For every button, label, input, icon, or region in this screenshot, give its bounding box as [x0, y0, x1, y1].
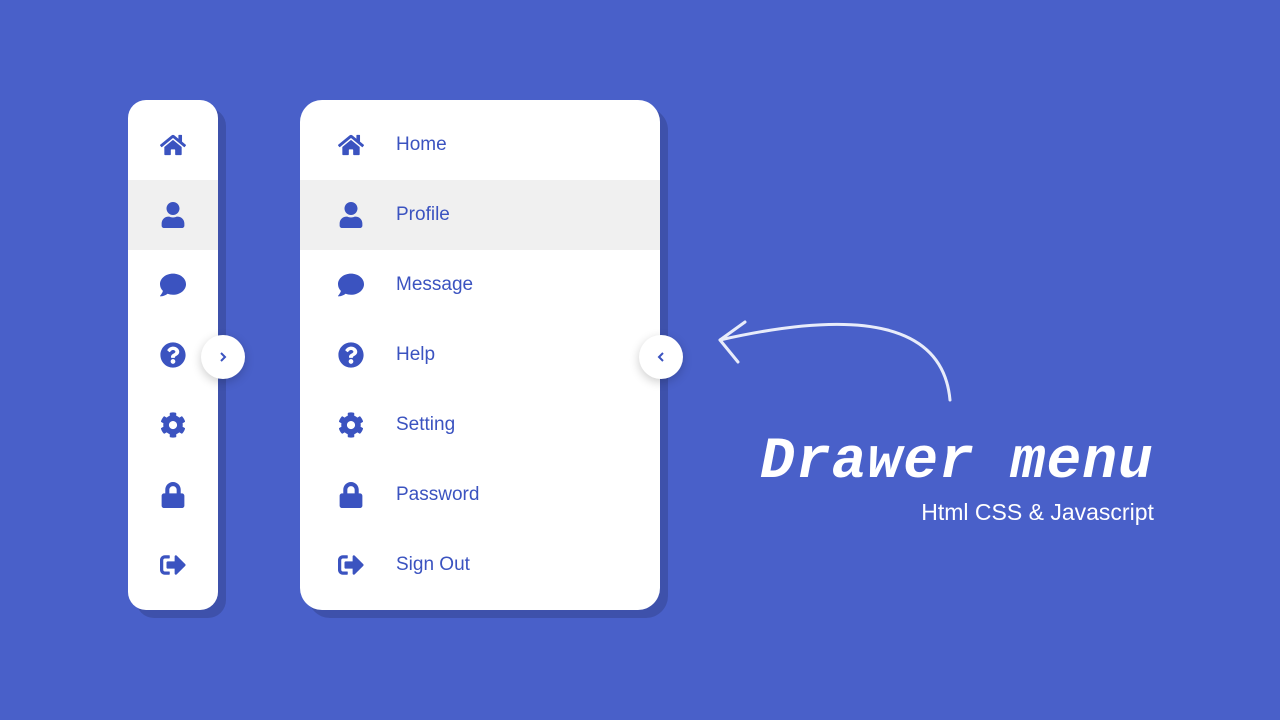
collapsed-item-profile[interactable] — [128, 180, 218, 250]
expanded-item-password[interactable]: Password — [300, 460, 660, 530]
menu-label: Message — [396, 274, 473, 296]
expanded-item-profile[interactable]: Profile — [300, 180, 660, 250]
message-icon — [338, 272, 364, 298]
message-icon — [160, 272, 186, 298]
collapsed-item-signout[interactable] — [128, 530, 218, 600]
home-icon — [338, 132, 364, 158]
expanded-item-message[interactable]: Message — [300, 250, 660, 320]
home-icon — [160, 132, 186, 158]
menu-label: Help — [396, 344, 435, 366]
chevron-left-icon — [653, 349, 669, 365]
gear-icon — [338, 412, 364, 438]
menu-label: Sign Out — [396, 554, 470, 576]
expanded-item-home[interactable]: Home — [300, 110, 660, 180]
signout-icon — [338, 552, 364, 578]
help-icon — [338, 342, 364, 368]
gear-icon — [160, 412, 186, 438]
collapsed-item-setting[interactable] — [128, 390, 218, 460]
help-icon — [160, 342, 186, 368]
decorative-arrow — [690, 230, 970, 410]
lock-icon — [338, 482, 364, 508]
menu-label: Setting — [396, 414, 455, 436]
collapsed-item-home[interactable] — [128, 110, 218, 180]
expanded-item-signout[interactable]: Sign Out — [300, 530, 660, 600]
expanded-item-help[interactable]: Help — [300, 320, 660, 390]
collapse-button[interactable] — [639, 335, 683, 379]
expand-button[interactable] — [201, 335, 245, 379]
user-icon — [160, 202, 186, 228]
expanded-drawer: Home Profile Message Help Setting Passwo… — [300, 100, 660, 610]
menu-label: Home — [396, 134, 447, 156]
expanded-item-setting[interactable]: Setting — [300, 390, 660, 460]
signout-icon — [160, 552, 186, 578]
collapsed-item-password[interactable] — [128, 460, 218, 530]
title-sub: Html CSS & Javascript — [760, 499, 1154, 526]
user-icon — [338, 202, 364, 228]
menu-label: Profile — [396, 204, 450, 226]
menu-label: Password — [396, 484, 479, 506]
title-main: Drawer menu — [760, 430, 1154, 495]
lock-icon — [160, 482, 186, 508]
title-block: Drawer menu Html CSS & Javascript — [760, 430, 1154, 526]
chevron-right-icon — [215, 349, 231, 365]
collapsed-item-message[interactable] — [128, 250, 218, 320]
